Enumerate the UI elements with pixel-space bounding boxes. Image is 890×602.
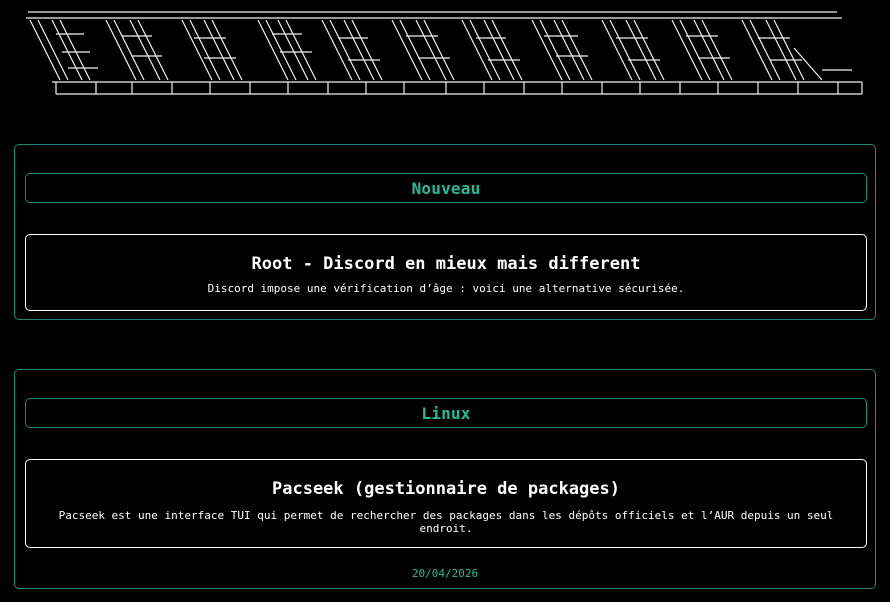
article-description: Pacseek est une interface TUI qui permet… [58,509,834,535]
article-title: Root - Discord en mieux mais different [251,254,641,274]
article-description: Discord impose une vérification d’âge : … [207,282,685,295]
article-date: 20/04/2026 [411,567,479,580]
ascii-art-logo [22,8,868,100]
article-title: Pacseek (gestionnaire de packages) [272,479,620,499]
section-nouveau: Nouveau Root - Discord en mieux mais dif… [14,144,876,320]
page: Nouveau Root - Discord en mieux mais dif… [0,0,890,602]
article-card-pacseek[interactable]: Pacseek (gestionnaire de packages) Pacse… [25,459,867,548]
article-card-root[interactable]: Root - Discord en mieux mais different D… [25,234,867,311]
section-header-nouveau: Nouveau [25,173,867,203]
section-linux: Linux Pacseek (gestionnaire de packages)… [14,369,876,589]
section-header-linux: Linux [25,398,867,428]
